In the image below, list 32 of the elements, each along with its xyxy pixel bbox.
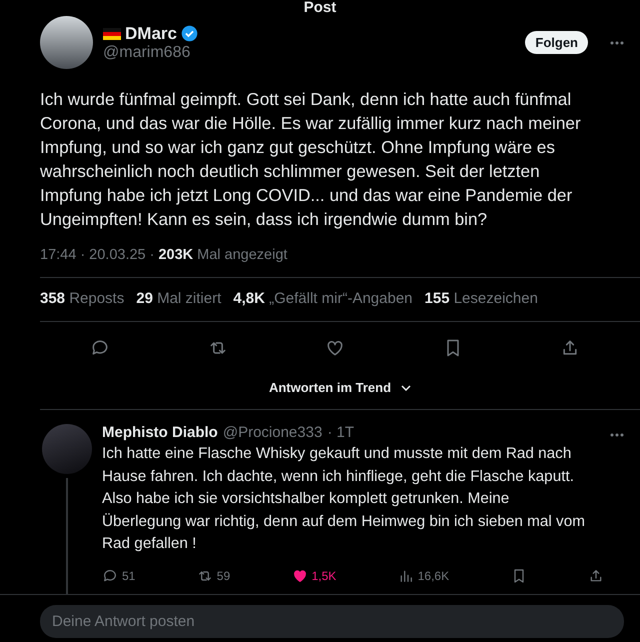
reply-text: Ich hatte eine Flasche Whisky gekauft und musste mit dem Rad nach Hause fahren. Ich dachte, wenn ich hinfliege, geht die Flasche kaputt. Also habe ich sie vorsichtshalber komplett getrunken. Meine Überlegung war richtig, denn auf dem Heimweg bin ich sieben mal vom Rad gefallen ! <box>102 444 586 554</box>
reply-button[interactable]: 51 <box>102 568 136 584</box>
stat-link[interactable]: 155 Lesezeichen <box>424 290 538 307</box>
share-icon <box>588 568 604 584</box>
share-button[interactable] <box>588 568 604 584</box>
follow-button[interactable]: Folgen <box>525 31 588 54</box>
author-name[interactable]: DMarc <box>125 24 177 44</box>
reply-author-handle[interactable]: @Procione333 <box>222 424 322 441</box>
heart-icon <box>292 568 308 584</box>
more-icon[interactable] <box>610 40 624 44</box>
repost-button[interactable]: 59 <box>196 568 230 584</box>
like-button[interactable]: 1,5K <box>292 568 336 584</box>
author-handle[interactable]: @marim686 <box>103 44 516 62</box>
like-button[interactable] <box>325 338 345 358</box>
post-text: Ich wurde fünfmal geimpft. Gott sei Dank, denn ich hatte auch fünfmal Corona, und das war die Hölle. Es war zufällig immer kurz nach meiner Impfung, und so war ich ganz gut geschützt. Ohne Impfung wäre es wahrscheinlich noch deutlich schlimmer gewesen. Seit der letzten Impfung habe ich jetzt Long COVID... und das war eine Pandemie der Ungeimpften! Kann es sein, dass ich irgendwie dumm bin? <box>39 88 582 231</box>
views-button[interactable]: 16,6K <box>398 568 450 584</box>
chevron-down-icon <box>401 384 412 390</box>
heart-icon <box>325 338 345 358</box>
view-label: Mal angezeigt <box>197 247 288 263</box>
post-timestamp: 17:44 · 20.03.25 · <box>40 247 154 263</box>
comment-icon <box>102 568 118 584</box>
stat-link[interactable]: 4,8K „Gefällt mir“-Angaben <box>233 290 413 307</box>
reply-input-field[interactable]: Deine Antwort posten <box>40 604 624 638</box>
page-title: Post <box>302 0 338 16</box>
view-count: 203K <box>158 247 194 263</box>
sort-dropdown[interactable]: Antworten im Trend <box>268 380 412 395</box>
stat-link[interactable]: 358 Reposts <box>40 290 124 307</box>
stat-link[interactable]: 29 Mal zitiert <box>136 290 222 307</box>
reply-age: · 1T <box>327 424 354 441</box>
flag-icon <box>103 28 121 40</box>
reply-author-name[interactable]: Mephisto Diablo <box>102 424 218 441</box>
more-icon[interactable] <box>610 433 624 437</box>
